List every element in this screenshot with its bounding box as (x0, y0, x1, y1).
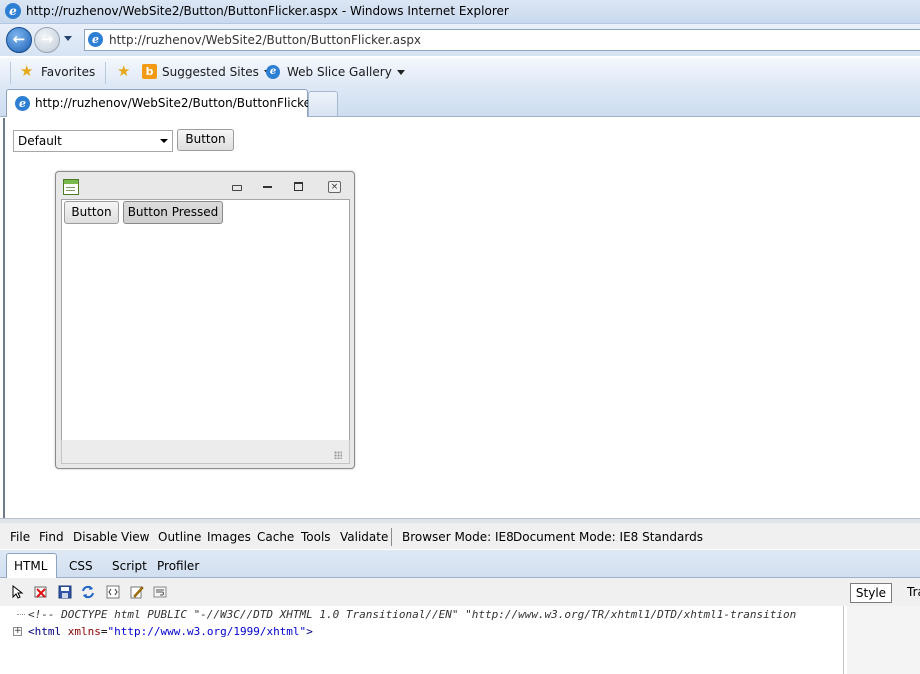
dialog-button-pressed[interactable]: Button Pressed (123, 201, 223, 224)
skin-select[interactable]: Default (13, 130, 173, 152)
separator (105, 62, 106, 84)
html-tag-close: > (306, 625, 313, 638)
resize-grip-icon[interactable] (334, 451, 342, 459)
menu-cache[interactable]: Cache (257, 530, 294, 544)
maximize-button[interactable] (292, 180, 306, 192)
web-slice-gallery-label: Web Slice Gallery (287, 65, 392, 79)
suggested-sites-label: Suggested Sites (162, 65, 259, 79)
style-pane-button[interactable]: Style (850, 583, 892, 603)
xmlns-attr: xmlns (67, 625, 101, 638)
source-icon[interactable] (106, 585, 120, 599)
pin-button[interactable] (230, 180, 244, 192)
pin-icon (232, 185, 242, 191)
separator (391, 528, 392, 546)
select-value: Default (18, 134, 62, 148)
address-bar[interactable]: e http://ruzhenov/WebSite2/Button/Button… (84, 29, 920, 51)
window-title: http://ruzhenov/WebSite2/Button/ButtonFl… (26, 4, 509, 18)
expand-icon[interactable]: + (13, 627, 22, 636)
ie-logo-icon: e (15, 96, 30, 111)
page-ie-icon: e (88, 32, 103, 47)
browser-mode-menu[interactable]: Browser Mode: IE8 (402, 530, 514, 544)
select-element-icon[interactable] (11, 585, 25, 599)
doctype-node[interactable]: <!-- DOCTYPE html PUBLIC "-//W3C//DTD XH… (28, 608, 796, 621)
chevron-down-icon (396, 70, 405, 75)
edit-icon[interactable] (130, 585, 144, 599)
favorites-bar: ★ Favorites ★ b Suggested Sites e Web Sl… (0, 57, 920, 88)
devtools-menu-bar: File Find Disable View Outline Images Ca… (0, 523, 920, 549)
dialog-status-bar (61, 440, 350, 464)
dialog-button[interactable]: Button (64, 201, 119, 224)
equals-sign: = (100, 625, 108, 638)
add-favorite-icon[interactable]: ★ (117, 62, 130, 80)
back-button[interactable]: ← (6, 27, 32, 53)
menu-disable[interactable]: Disable (73, 530, 118, 544)
back-arrow-icon: ← (12, 30, 26, 48)
tab-html[interactable]: HTML (14, 559, 47, 573)
word-wrap-icon[interactable] (153, 585, 167, 599)
menu-images[interactable]: Images (207, 530, 251, 544)
tab-title: http://ruzhenov/WebSite2/Button/ButtonFl… (35, 96, 331, 110)
menu-outline[interactable]: Outline (158, 530, 201, 544)
xmlns-value: "http://www.w3.org/1999/xhtml" (107, 625, 307, 638)
bing-icon: b (142, 64, 157, 79)
tree-connector (17, 614, 25, 616)
web-slice-gallery-link[interactable]: Web Slice Gallery (287, 65, 405, 79)
tab-active[interactable]: e http://ruzhenov/WebSite2/Button/Button… (6, 89, 330, 117)
ie-logo-icon: e (5, 3, 21, 19)
trace-styles-tab[interactable]: Tra (907, 585, 920, 599)
menu-tools[interactable]: Tools (301, 530, 331, 544)
menu-view[interactable]: View (121, 530, 149, 544)
dialog-body (61, 199, 350, 441)
minimize-button[interactable] (261, 180, 275, 192)
favorites-button[interactable]: Favorites (41, 65, 95, 79)
close-button[interactable]: × (327, 180, 341, 193)
document-mode-menu[interactable]: Document Mode: IE8 Standards (513, 530, 703, 544)
address-url[interactable]: http://ruzhenov/WebSite2/Button/ButtonFl… (109, 33, 421, 47)
style-pane (847, 606, 920, 674)
html-node[interactable]: <html xmlns="http://www.w3.org/1999/xhtm… (28, 625, 313, 638)
star-icon: ★ (20, 62, 34, 80)
forward-arrow-icon: → (40, 30, 54, 48)
dialog-app-icon (63, 179, 79, 195)
close-icon: × (328, 181, 341, 193)
save-icon[interactable] (58, 585, 72, 599)
menu-file[interactable]: File (10, 530, 30, 544)
tab-script[interactable]: Script (112, 559, 147, 573)
tab-profiler[interactable]: Profiler (157, 559, 199, 573)
html-tag-open: <html (28, 625, 62, 638)
web-slice-icon: e (266, 65, 280, 79)
chevron-down-icon (160, 139, 168, 143)
separator (10, 62, 11, 84)
menu-validate[interactable]: Validate (340, 530, 388, 544)
tab-css[interactable]: CSS (69, 559, 93, 573)
clear-icon[interactable] (34, 585, 48, 599)
minimize-icon (263, 186, 272, 188)
forward-button[interactable]: → (34, 27, 60, 53)
window-title-bar: e http://ruzhenov/WebSite2/Button/Button… (0, 0, 920, 24)
maximize-icon (294, 182, 303, 191)
page-button[interactable]: Button (177, 129, 234, 151)
new-tab-button[interactable] (308, 91, 338, 116)
suggested-sites-link[interactable]: Suggested Sites (162, 65, 272, 79)
recent-pages-dropdown[interactable] (64, 36, 72, 41)
refresh-icon[interactable] (81, 585, 95, 599)
menu-find[interactable]: Find (39, 530, 64, 544)
